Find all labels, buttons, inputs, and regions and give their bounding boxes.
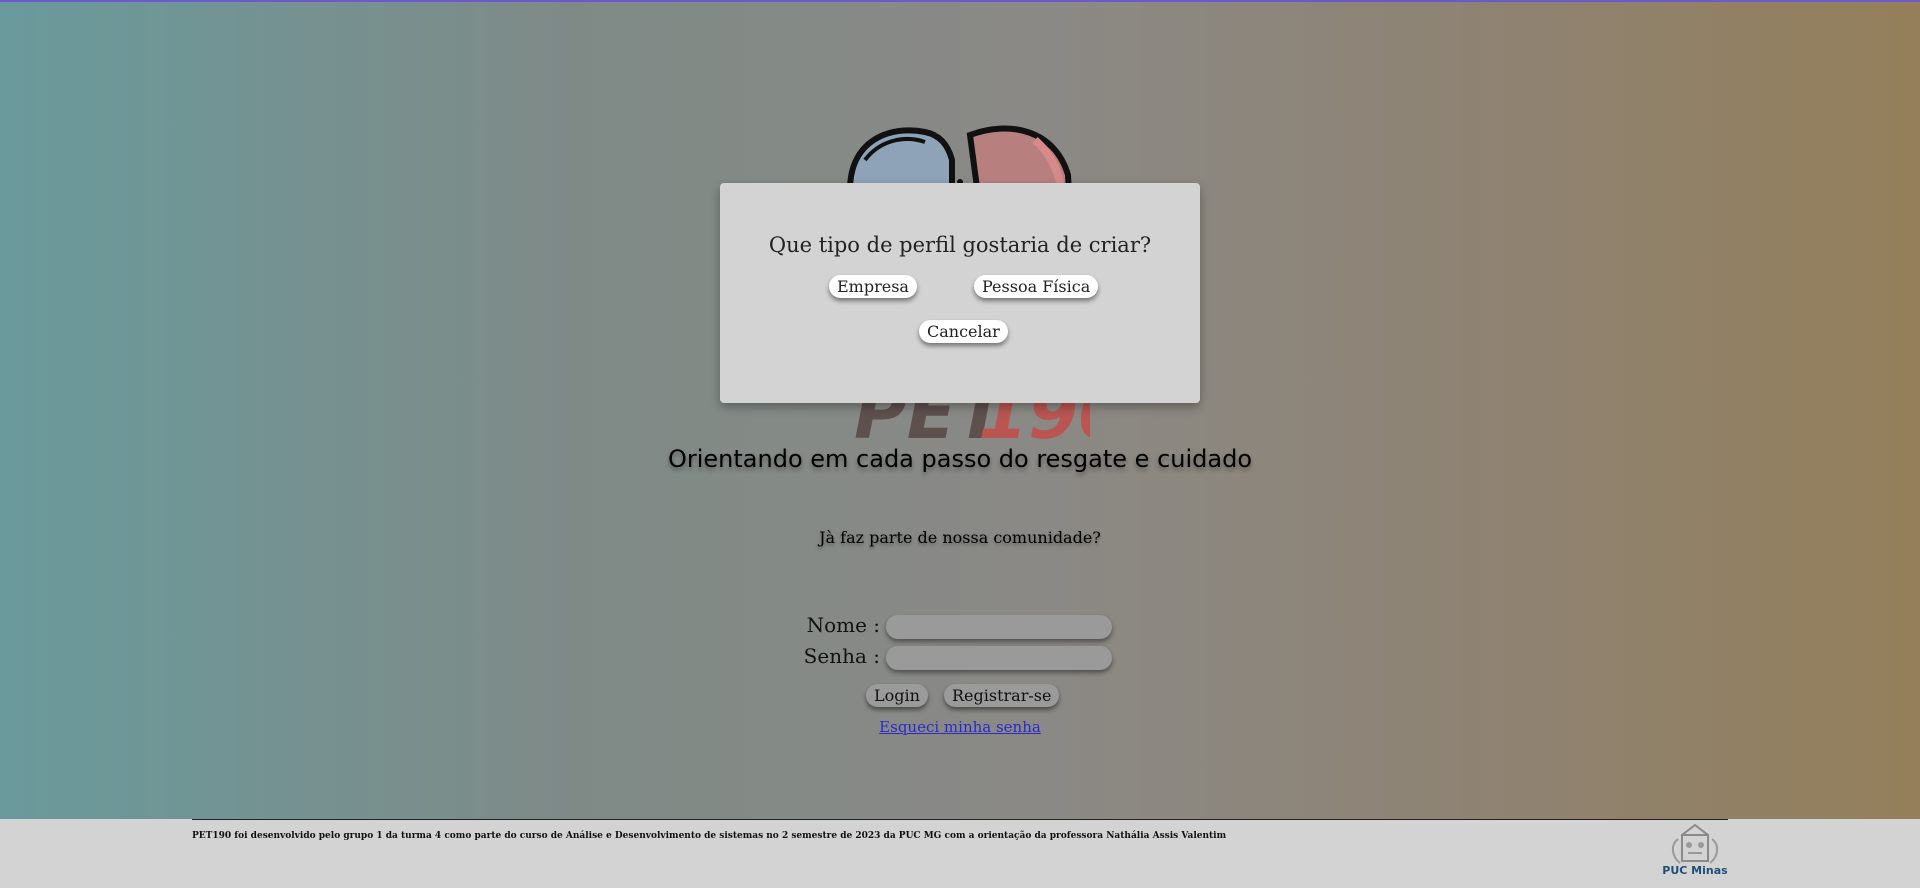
password-row: Senha :	[0, 644, 1920, 674]
puc-minas-label: PUC Minas	[1662, 864, 1728, 877]
community-question: Jà faz parte de nossa comunidade?	[819, 528, 1101, 547]
tagline: Orientando em cada passo do resgate e cu…	[667, 445, 1252, 473]
password-input[interactable]	[886, 646, 1112, 670]
name-input[interactable]	[886, 615, 1112, 639]
profile-type-modal: Que tipo de perfil gostaria de criar? Em…	[720, 183, 1200, 403]
top-accent-line	[0, 0, 1920, 2]
register-button[interactable]: Registrar-se	[944, 684, 1060, 707]
login-button[interactable]: Login	[866, 684, 928, 707]
name-label: Nome :	[806, 613, 880, 637]
forgot-password-link[interactable]: Esqueci minha senha	[879, 718, 1041, 736]
footer-credits: PET190 foi desenvolvido pelo grupo 1 da …	[192, 831, 1227, 841]
modal-title: Que tipo de perfil gostaria de criar?	[768, 233, 1152, 257]
name-row: Nome :	[0, 613, 1920, 643]
cancel-button[interactable]: Cancelar	[919, 320, 1008, 343]
footer: PET190 foi desenvolvido pelo grupo 1 da …	[0, 819, 1920, 888]
person-button[interactable]: Pessoa Física	[974, 275, 1099, 298]
page-background: PET 190 Orientando em cada passo do resg…	[0, 0, 1920, 819]
forgot-password-container: Esqueci minha senha	[0, 718, 1920, 736]
company-button[interactable]: Empresa	[829, 275, 917, 298]
password-label: Senha :	[803, 644, 880, 668]
footer-divider	[192, 819, 1728, 820]
